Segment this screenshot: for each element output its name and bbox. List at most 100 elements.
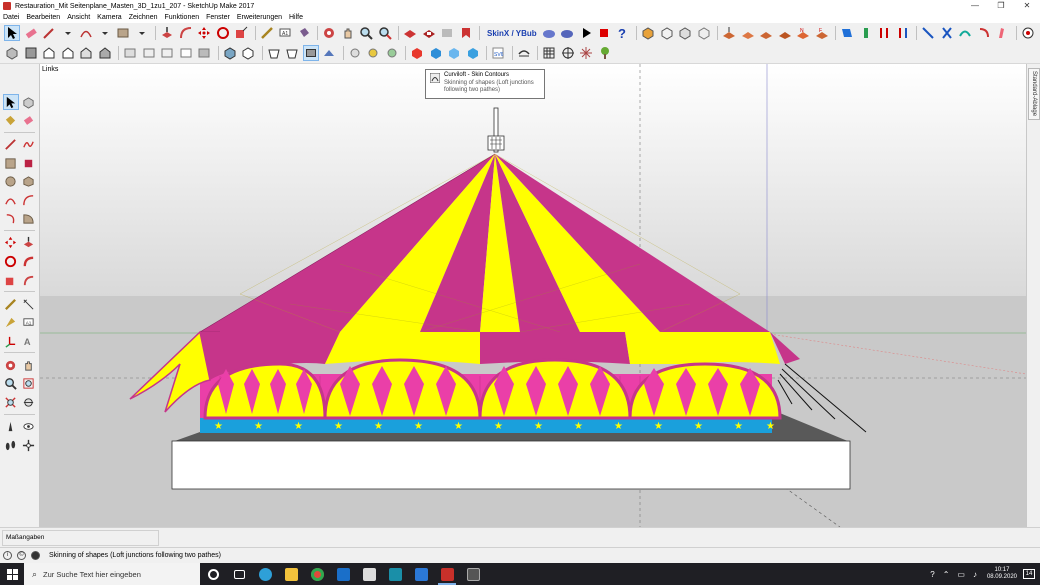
- chrome-icon[interactable]: [304, 563, 330, 585]
- style-wireframe-icon[interactable]: [159, 45, 175, 61]
- menu-datei[interactable]: Datei: [3, 14, 19, 21]
- style-hidden-line-icon[interactable]: [178, 45, 194, 61]
- arrows-up-down-icon[interactable]: [876, 25, 892, 41]
- orbit-tool-icon[interactable]: [3, 357, 19, 373]
- sketchup-taskbar-icon[interactable]: [434, 563, 460, 585]
- maximize-icon[interactable]: ❐: [988, 0, 1014, 12]
- style-backedges-icon[interactable]: [141, 45, 157, 61]
- network-icon[interactable]: ▭: [957, 570, 965, 579]
- play-icon[interactable]: [578, 25, 594, 41]
- make-component-icon[interactable]: [21, 94, 37, 110]
- push-pull-tool-icon[interactable]: [21, 235, 37, 251]
- tape-measure-tool-icon[interactable]: [259, 25, 275, 41]
- flip-icon[interactable]: [976, 25, 992, 41]
- volume-icon[interactable]: ♪: [973, 570, 977, 579]
- app-teal-icon[interactable]: [382, 563, 408, 585]
- pie-tool-icon[interactable]: [21, 211, 37, 227]
- style-monochrome-icon[interactable]: [240, 45, 256, 61]
- chevron-up-icon[interactable]: ⌃: [943, 570, 950, 579]
- tree-plugin-icon[interactable]: [597, 45, 613, 61]
- menu-kamera[interactable]: Kamera: [97, 14, 122, 21]
- views-left-icon[interactable]: [97, 45, 113, 61]
- outlook-icon[interactable]: [330, 563, 356, 585]
- eraser-tool-icon[interactable]: [23, 25, 39, 41]
- menu-erweiterungen[interactable]: Erweiterungen: [237, 14, 282, 21]
- component-lightblue-icon[interactable]: [446, 45, 462, 61]
- geo-location-icon[interactable]: i: [3, 551, 12, 560]
- help-question-icon[interactable]: ?: [615, 25, 631, 41]
- zoom-tool-icon[interactable]: [358, 25, 374, 41]
- cortana-icon[interactable]: [200, 563, 226, 585]
- edge-browser-icon[interactable]: [252, 563, 278, 585]
- menu-zeichnen[interactable]: Zeichnen: [129, 14, 158, 21]
- task-view-icon[interactable]: [226, 563, 252, 585]
- solid-trim-icon[interactable]: [696, 25, 712, 41]
- menu-funktionen[interactable]: Funktionen: [164, 14, 199, 21]
- help-tray-icon[interactable]: ?: [930, 570, 934, 579]
- snowflake-icon[interactable]: [578, 45, 594, 61]
- pan-tool-icon[interactable]: [340, 25, 356, 41]
- paint-bucket-tool-icon[interactable]: [3, 113, 19, 129]
- extension-warehouse-icon[interactable]: [421, 25, 437, 41]
- component-red-icon[interactable]: [409, 45, 425, 61]
- pan-tool-icon[interactable]: [21, 357, 37, 373]
- tape-measure-tool-icon[interactable]: [3, 296, 19, 312]
- look-around-tool-icon[interactable]: [21, 419, 37, 435]
- views-back-icon[interactable]: [78, 45, 94, 61]
- menu-bearbeiten[interactable]: Bearbeiten: [26, 14, 60, 21]
- menu-ansicht[interactable]: Ansicht: [67, 14, 90, 21]
- rotated-rectangle-tool-icon[interactable]: [21, 155, 37, 171]
- polygon-tool-icon[interactable]: [21, 174, 37, 190]
- arc-dropdown-chevron-icon[interactable]: [97, 25, 113, 41]
- arc-helper-icon[interactable]: [516, 45, 532, 61]
- zoom-extents-tool-icon[interactable]: [3, 395, 19, 411]
- menu-fenster[interactable]: Fenster: [206, 14, 230, 21]
- zoom-extents-tool-icon[interactable]: [377, 25, 393, 41]
- shape-dropdown-chevron-icon[interactable]: [134, 25, 150, 41]
- circle-tool-icon[interactable]: [3, 174, 19, 190]
- 3d-text-tool-icon[interactable]: A: [21, 333, 37, 349]
- model-viewport[interactable]: ★ ★ ★ ★ ★ ★ ★ ★ ★ ★ ★ ★ ★ ★ ★ Links Curv…: [40, 64, 1026, 527]
- rectangle-tool-icon[interactable]: [3, 155, 19, 171]
- rectangle-tool-icon[interactable]: [115, 25, 131, 41]
- axes-tool-icon[interactable]: [3, 333, 19, 349]
- warehouse-icon[interactable]: [402, 25, 418, 41]
- axes-blue-icon[interactable]: [839, 25, 855, 41]
- line-tool-icon[interactable]: [3, 137, 19, 153]
- pencil-dropdown-chevron-icon[interactable]: [60, 25, 76, 41]
- select-tool-icon[interactable]: [2, 94, 19, 110]
- freehand-tool-icon[interactable]: [21, 137, 37, 153]
- clock[interactable]: 10:17 08.09.2020: [987, 567, 1017, 581]
- curviloft-skin-contours-icon[interactable]: [302, 45, 319, 61]
- sandbox-smoove-icon[interactable]: [758, 25, 774, 41]
- skinx-cloth-icon[interactable]: [541, 25, 557, 41]
- app-calculator-icon[interactable]: [460, 563, 486, 585]
- pencil-tool-icon[interactable]: [41, 25, 57, 41]
- store-icon[interactable]: [356, 563, 382, 585]
- text-tool-icon[interactable]: A1: [21, 315, 37, 331]
- dimension-tool-icon[interactable]: [21, 296, 37, 312]
- solid-subtract-icon[interactable]: [659, 25, 675, 41]
- three-point-arc-tool-icon[interactable]: [3, 211, 19, 227]
- curviloft-loft-icon[interactable]: [266, 45, 282, 61]
- push-pull-tool-icon[interactable]: [159, 25, 175, 41]
- component-blue-icon[interactable]: [428, 45, 444, 61]
- arc-tool-icon[interactable]: [78, 25, 94, 41]
- scale-tool-icon[interactable]: [3, 272, 19, 288]
- section-plane-icon[interactable]: [939, 25, 955, 41]
- crosshair-icon[interactable]: [560, 45, 576, 61]
- zoom-window-tool-icon[interactable]: [21, 376, 37, 392]
- shadows-settings-icon[interactable]: [384, 45, 400, 61]
- arrows-exchange-icon[interactable]: [895, 25, 911, 41]
- solid-union-icon[interactable]: [640, 25, 656, 41]
- sandbox-drape-icon[interactable]: N: [795, 25, 811, 41]
- position-camera-tool-icon[interactable]: [3, 419, 19, 435]
- scene-tab-label[interactable]: Links: [42, 66, 58, 73]
- skinx-bubble-icon[interactable]: [559, 25, 575, 41]
- views-right-icon[interactable]: [60, 45, 76, 61]
- user-account-icon[interactable]: [31, 551, 40, 560]
- credits-icon[interactable]: ©: [17, 551, 26, 560]
- walk-tool-icon[interactable]: [3, 437, 19, 453]
- tray-tab-standard-ablage[interactable]: Standard-Ablage: [1028, 68, 1040, 120]
- move-tool-icon[interactable]: [3, 235, 19, 251]
